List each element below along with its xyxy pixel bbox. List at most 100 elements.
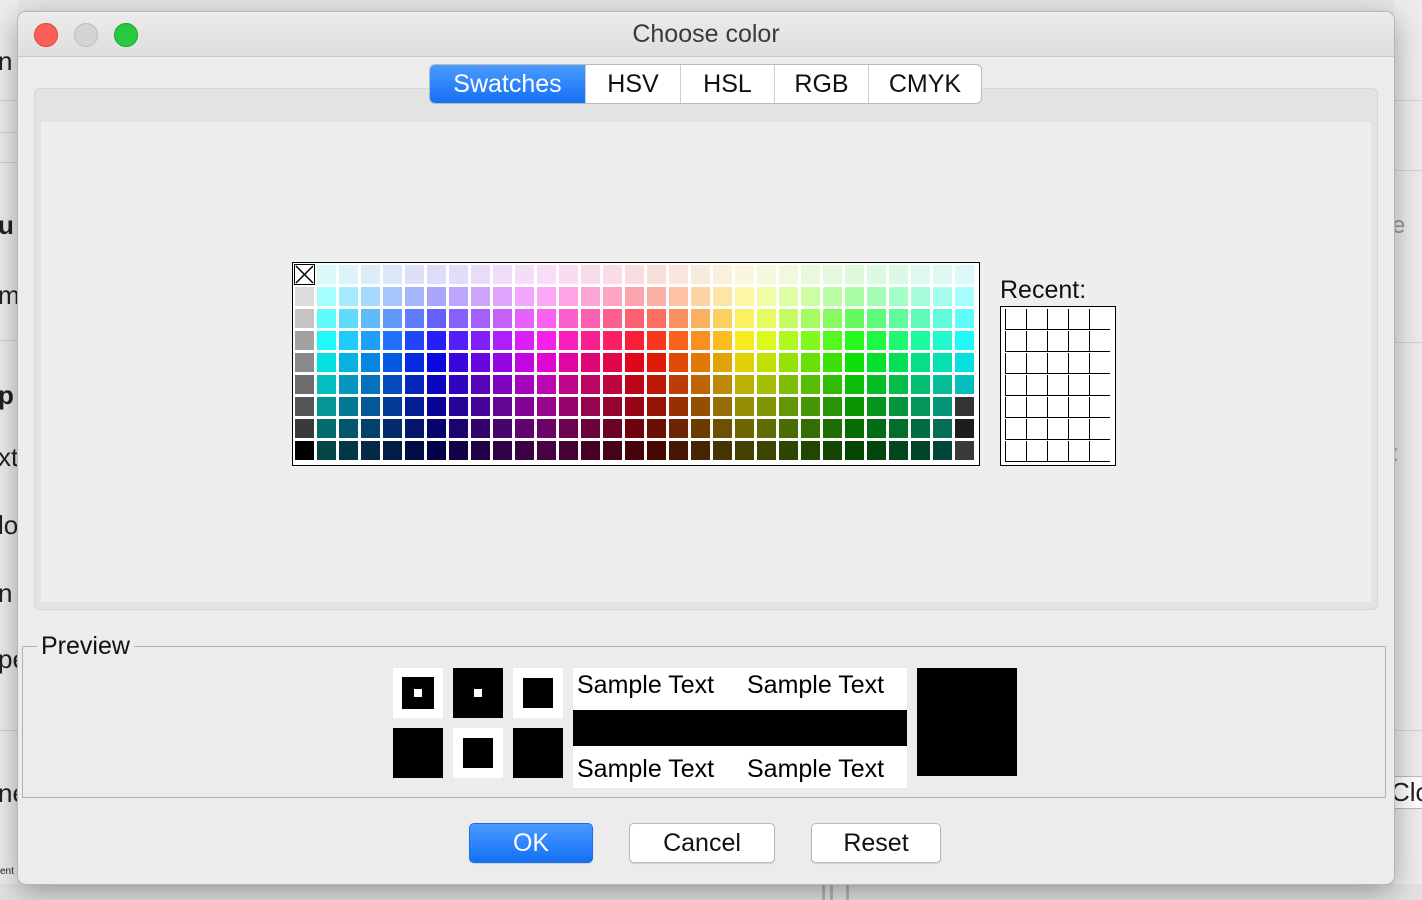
color-swatch[interactable] <box>668 264 689 285</box>
color-swatch[interactable] <box>514 374 535 395</box>
color-swatch[interactable] <box>932 330 953 351</box>
recent-color-slot[interactable] <box>1047 331 1068 352</box>
color-swatch[interactable] <box>690 264 711 285</box>
color-swatch[interactable] <box>910 330 931 351</box>
color-swatch[interactable] <box>624 330 645 351</box>
color-swatch[interactable] <box>448 286 469 307</box>
color-swatch[interactable] <box>910 352 931 373</box>
color-swatch[interactable] <box>800 440 821 461</box>
color-swatch[interactable] <box>426 396 447 417</box>
color-swatch[interactable] <box>712 418 733 439</box>
color-swatch[interactable] <box>932 286 953 307</box>
color-swatch[interactable] <box>448 440 469 461</box>
color-swatch[interactable] <box>558 330 579 351</box>
color-swatch[interactable] <box>800 264 821 285</box>
color-swatch[interactable] <box>536 330 557 351</box>
color-swatch[interactable] <box>646 396 667 417</box>
color-swatch[interactable] <box>712 352 733 373</box>
recent-color-slot[interactable] <box>1047 419 1068 440</box>
color-swatch[interactable] <box>426 418 447 439</box>
color-swatch[interactable] <box>360 418 381 439</box>
color-swatch[interactable] <box>514 396 535 417</box>
color-swatch[interactable] <box>404 396 425 417</box>
color-swatch[interactable] <box>844 440 865 461</box>
color-swatch[interactable] <box>844 308 865 329</box>
recent-color-slot[interactable] <box>1005 353 1026 374</box>
color-swatch[interactable] <box>888 286 909 307</box>
color-swatch[interactable] <box>580 374 601 395</box>
color-swatch[interactable] <box>580 440 601 461</box>
color-swatch[interactable] <box>624 396 645 417</box>
color-swatch[interactable] <box>690 308 711 329</box>
color-swatch[interactable] <box>558 264 579 285</box>
color-swatch[interactable] <box>602 264 623 285</box>
color-swatch[interactable] <box>866 330 887 351</box>
color-swatch[interactable] <box>602 286 623 307</box>
color-swatch[interactable] <box>316 440 337 461</box>
color-swatch[interactable] <box>844 374 865 395</box>
color-swatch[interactable] <box>580 330 601 351</box>
color-swatch[interactable] <box>514 330 535 351</box>
color-swatch[interactable] <box>294 374 315 395</box>
color-swatch[interactable] <box>800 330 821 351</box>
color-swatch[interactable] <box>492 440 513 461</box>
color-swatch[interactable] <box>558 374 579 395</box>
color-swatch[interactable] <box>448 418 469 439</box>
color-swatch[interactable] <box>602 308 623 329</box>
recent-color-slot[interactable] <box>1047 375 1068 396</box>
reset-button[interactable]: Reset <box>811 823 941 863</box>
color-swatch[interactable] <box>910 440 931 461</box>
color-swatch[interactable] <box>712 440 733 461</box>
color-swatch[interactable] <box>624 308 645 329</box>
color-swatch[interactable] <box>734 264 755 285</box>
color-swatch[interactable] <box>668 330 689 351</box>
color-swatch[interactable] <box>800 418 821 439</box>
color-swatch[interactable] <box>646 418 667 439</box>
color-swatch[interactable] <box>580 352 601 373</box>
color-swatch[interactable] <box>338 396 359 417</box>
color-swatch[interactable] <box>338 374 359 395</box>
color-swatch[interactable] <box>382 352 403 373</box>
color-swatch[interactable] <box>690 440 711 461</box>
color-swatch[interactable] <box>624 440 645 461</box>
color-swatch[interactable] <box>448 264 469 285</box>
color-swatch[interactable] <box>470 418 491 439</box>
color-swatch[interactable] <box>536 440 557 461</box>
color-swatch[interactable] <box>646 308 667 329</box>
color-swatch[interactable] <box>294 330 315 351</box>
color-swatch[interactable] <box>360 374 381 395</box>
color-swatch[interactable] <box>712 330 733 351</box>
color-swatch[interactable] <box>932 374 953 395</box>
color-swatch[interactable] <box>316 330 337 351</box>
color-swatch[interactable] <box>316 352 337 373</box>
color-swatch[interactable] <box>492 308 513 329</box>
color-swatch[interactable] <box>910 264 931 285</box>
color-swatch[interactable] <box>932 308 953 329</box>
color-swatch[interactable] <box>866 418 887 439</box>
color-swatch[interactable] <box>668 308 689 329</box>
color-swatch[interactable] <box>316 418 337 439</box>
color-swatch[interactable] <box>470 396 491 417</box>
recent-color-slot[interactable] <box>1026 331 1047 352</box>
recent-color-slot[interactable] <box>1026 309 1047 330</box>
recent-color-slot[interactable] <box>1005 331 1026 352</box>
color-swatch[interactable] <box>822 374 843 395</box>
tab-hsl[interactable]: HSL <box>680 65 774 103</box>
color-swatch[interactable] <box>360 330 381 351</box>
color-swatch[interactable] <box>888 330 909 351</box>
color-swatch[interactable] <box>426 264 447 285</box>
color-swatch[interactable] <box>580 264 601 285</box>
color-swatch[interactable] <box>294 308 315 329</box>
color-swatch[interactable] <box>360 352 381 373</box>
color-swatch[interactable] <box>734 330 755 351</box>
color-swatch[interactable] <box>712 374 733 395</box>
color-swatch[interactable] <box>844 330 865 351</box>
color-swatch[interactable] <box>910 418 931 439</box>
color-swatch[interactable] <box>646 440 667 461</box>
color-swatch[interactable] <box>360 396 381 417</box>
color-swatch[interactable] <box>404 308 425 329</box>
color-swatch[interactable] <box>426 374 447 395</box>
color-swatch[interactable] <box>426 286 447 307</box>
color-swatch[interactable] <box>492 264 513 285</box>
recent-color-slot[interactable] <box>1068 353 1089 374</box>
